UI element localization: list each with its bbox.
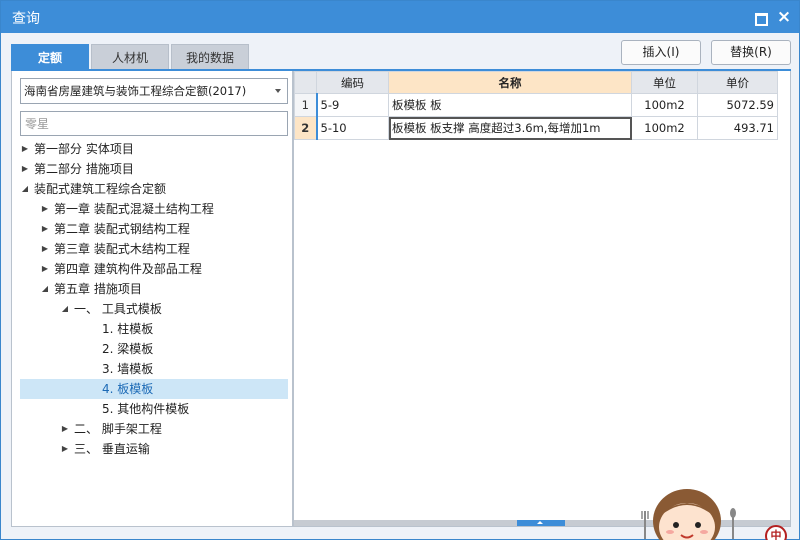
header-name[interactable]: 名称 [388, 71, 632, 94]
quota-table: 编码 名称 单位 单价 1 5-9 板模板 板 100m2 5072.59 2 … [294, 71, 778, 140]
tree-node[interactable]: 1. 柱模板 [20, 319, 288, 339]
tree-node[interactable]: ◢ 一、 工具式模板 [20, 299, 288, 319]
tree-node-label: 二、 脚手架工程 [74, 422, 162, 436]
tree-node-label: 第二部分 措施项目 [34, 162, 134, 176]
scrollbar-thumb[interactable] [517, 520, 565, 526]
tree-node-label: 第一部分 实体项目 [34, 142, 134, 156]
tree-node[interactable]: 2. 梁模板 [20, 339, 288, 359]
insert-button[interactable]: 插入(I) [621, 40, 701, 65]
cell-unit[interactable]: 100m2 [631, 93, 698, 117]
tree-node[interactable]: ▶ 二、 脚手架工程 [20, 419, 288, 439]
tab-quota[interactable]: 定额 [11, 44, 89, 70]
cell-price[interactable]: 493.71 [697, 116, 778, 140]
tree-node-label: 第一章 装配式混凝土结构工程 [54, 202, 214, 216]
expand-arrow-icon[interactable]: ▶ [20, 159, 30, 179]
collapse-arrow-icon[interactable]: ◢ [60, 299, 70, 319]
expand-arrow-icon[interactable]: ▶ [60, 419, 70, 439]
cell-name[interactable]: 板模板 板 [388, 93, 632, 117]
quota-grid-panel: 编码 名称 单位 单价 1 5-9 板模板 板 100m2 5072.59 2 … [293, 71, 791, 527]
library-select-value: 海南省房屋建筑与装饰工程综合定额(2017) [24, 84, 247, 98]
cell-code[interactable]: 5-10 [315, 116, 389, 140]
window-title: 查询 [12, 11, 40, 27]
tree-node[interactable]: ▶ 第三章 装配式木结构工程 [20, 239, 288, 259]
table-header-row: 编码 名称 单位 单价 [294, 71, 778, 94]
table-row[interactable]: 1 5-9 板模板 板 100m2 5072.59 [294, 93, 778, 117]
header-unit[interactable]: 单位 [631, 71, 698, 94]
chevron-down-icon[interactable] [275, 89, 281, 93]
tree-node[interactable]: ▶ 第一章 装配式混凝土结构工程 [20, 199, 288, 219]
tree-node-label: 5. 其他构件模板 [102, 402, 190, 416]
replace-button[interactable]: 替换(R) [711, 40, 791, 65]
cell-price[interactable]: 5072.59 [697, 93, 778, 117]
tab-labor-material-machine[interactable]: 人材机 [91, 44, 169, 70]
header-rownum [294, 71, 317, 94]
tree-node-label: 4. 板模板 [102, 382, 154, 396]
tree-node-label: 第四章 建筑构件及部品工程 [54, 262, 202, 276]
expand-arrow-icon[interactable]: ▶ [60, 439, 70, 459]
row-number: 1 [294, 93, 317, 117]
tree-node[interactable]: ▶ 第四章 建筑构件及部品工程 [20, 259, 288, 279]
tree-node[interactable]: ▶ 第二部分 措施项目 [20, 159, 288, 179]
tree-node-label: 第二章 装配式钢结构工程 [54, 222, 190, 236]
tree-node-label: 第五章 措施项目 [54, 282, 142, 296]
tree-node-label: 装配式建筑工程综合定额 [34, 182, 167, 196]
tree-node[interactable]: ◢ 第五章 措施项目 [20, 279, 288, 299]
tab-my-data[interactable]: 我的数据 [171, 44, 249, 70]
expand-arrow-icon[interactable]: ▶ [20, 139, 30, 159]
mascot-illustration [641, 489, 736, 540]
query-dialog: 查询 × 定额 人材机 我的数据 插入(I) 替换(R) 海南省房屋建筑与装饰工… [0, 0, 800, 540]
title-bar[interactable]: 查询 × [1, 1, 799, 33]
library-select[interactable]: 海南省房屋建筑与装饰工程综合定额(2017) [20, 78, 288, 104]
header-price[interactable]: 单价 [697, 71, 778, 94]
quota-tree: ▶ 第一部分 实体项目 ▶ 第二部分 措施项目 ◢ 装配式建筑工程综合定额 ▶ 第一章 装配式… [20, 139, 288, 459]
collapse-arrow-icon[interactable]: ◢ [20, 179, 30, 199]
table-row[interactable]: 2 5-10 板模板 板支撑 高度超过3.6m,每增加1m 100m2 493.… [294, 116, 778, 140]
cell-name[interactable]: 板模板 板支撑 高度超过3.6m,每增加1m [388, 116, 632, 140]
row-number: 2 [294, 116, 317, 140]
tree-node[interactable]: 5. 其他构件模板 [20, 399, 288, 419]
tree-node[interactable]: ▶ 第一部分 实体项目 [20, 139, 288, 159]
tree-node[interactable]: 4. 板模板 [20, 379, 288, 399]
maximize-icon[interactable] [751, 8, 769, 26]
tree-node-label: 一、 工具式模板 [74, 302, 162, 316]
collapse-arrow-icon[interactable]: ◢ [40, 279, 50, 299]
ime-badge[interactable]: 中 [765, 525, 787, 540]
close-icon[interactable]: × [775, 8, 793, 26]
tree-node-label: 3. 墙模板 [102, 362, 154, 376]
expand-arrow-icon[interactable]: ▶ [40, 199, 50, 219]
tree-node[interactable]: ▶ 三、 垂直运输 [20, 439, 288, 459]
tree-node[interactable]: ◢ 装配式建筑工程综合定额 [20, 179, 288, 199]
search-input[interactable] [20, 111, 288, 136]
expand-arrow-icon[interactable]: ▶ [40, 219, 50, 239]
tree-node[interactable]: 3. 墙模板 [20, 359, 288, 379]
tree-node-label: 三、 垂直运输 [74, 442, 150, 456]
tree-node-label: 1. 柱模板 [102, 322, 154, 336]
cell-code[interactable]: 5-9 [315, 93, 389, 117]
expand-arrow-icon[interactable]: ▶ [40, 259, 50, 279]
cell-unit[interactable]: 100m2 [631, 116, 698, 140]
quota-tree-panel: 海南省房屋建筑与装饰工程综合定额(2017) ▶ 第一部分 实体项目 ▶ 第二部分 措… [11, 71, 293, 527]
tree-node-label: 第三章 装配式木结构工程 [54, 242, 190, 256]
tree-node-label: 2. 梁模板 [102, 342, 154, 356]
expand-arrow-icon[interactable]: ▶ [40, 239, 50, 259]
tree-node[interactable]: ▶ 第二章 装配式钢结构工程 [20, 219, 288, 239]
header-code[interactable]: 编码 [316, 71, 389, 94]
